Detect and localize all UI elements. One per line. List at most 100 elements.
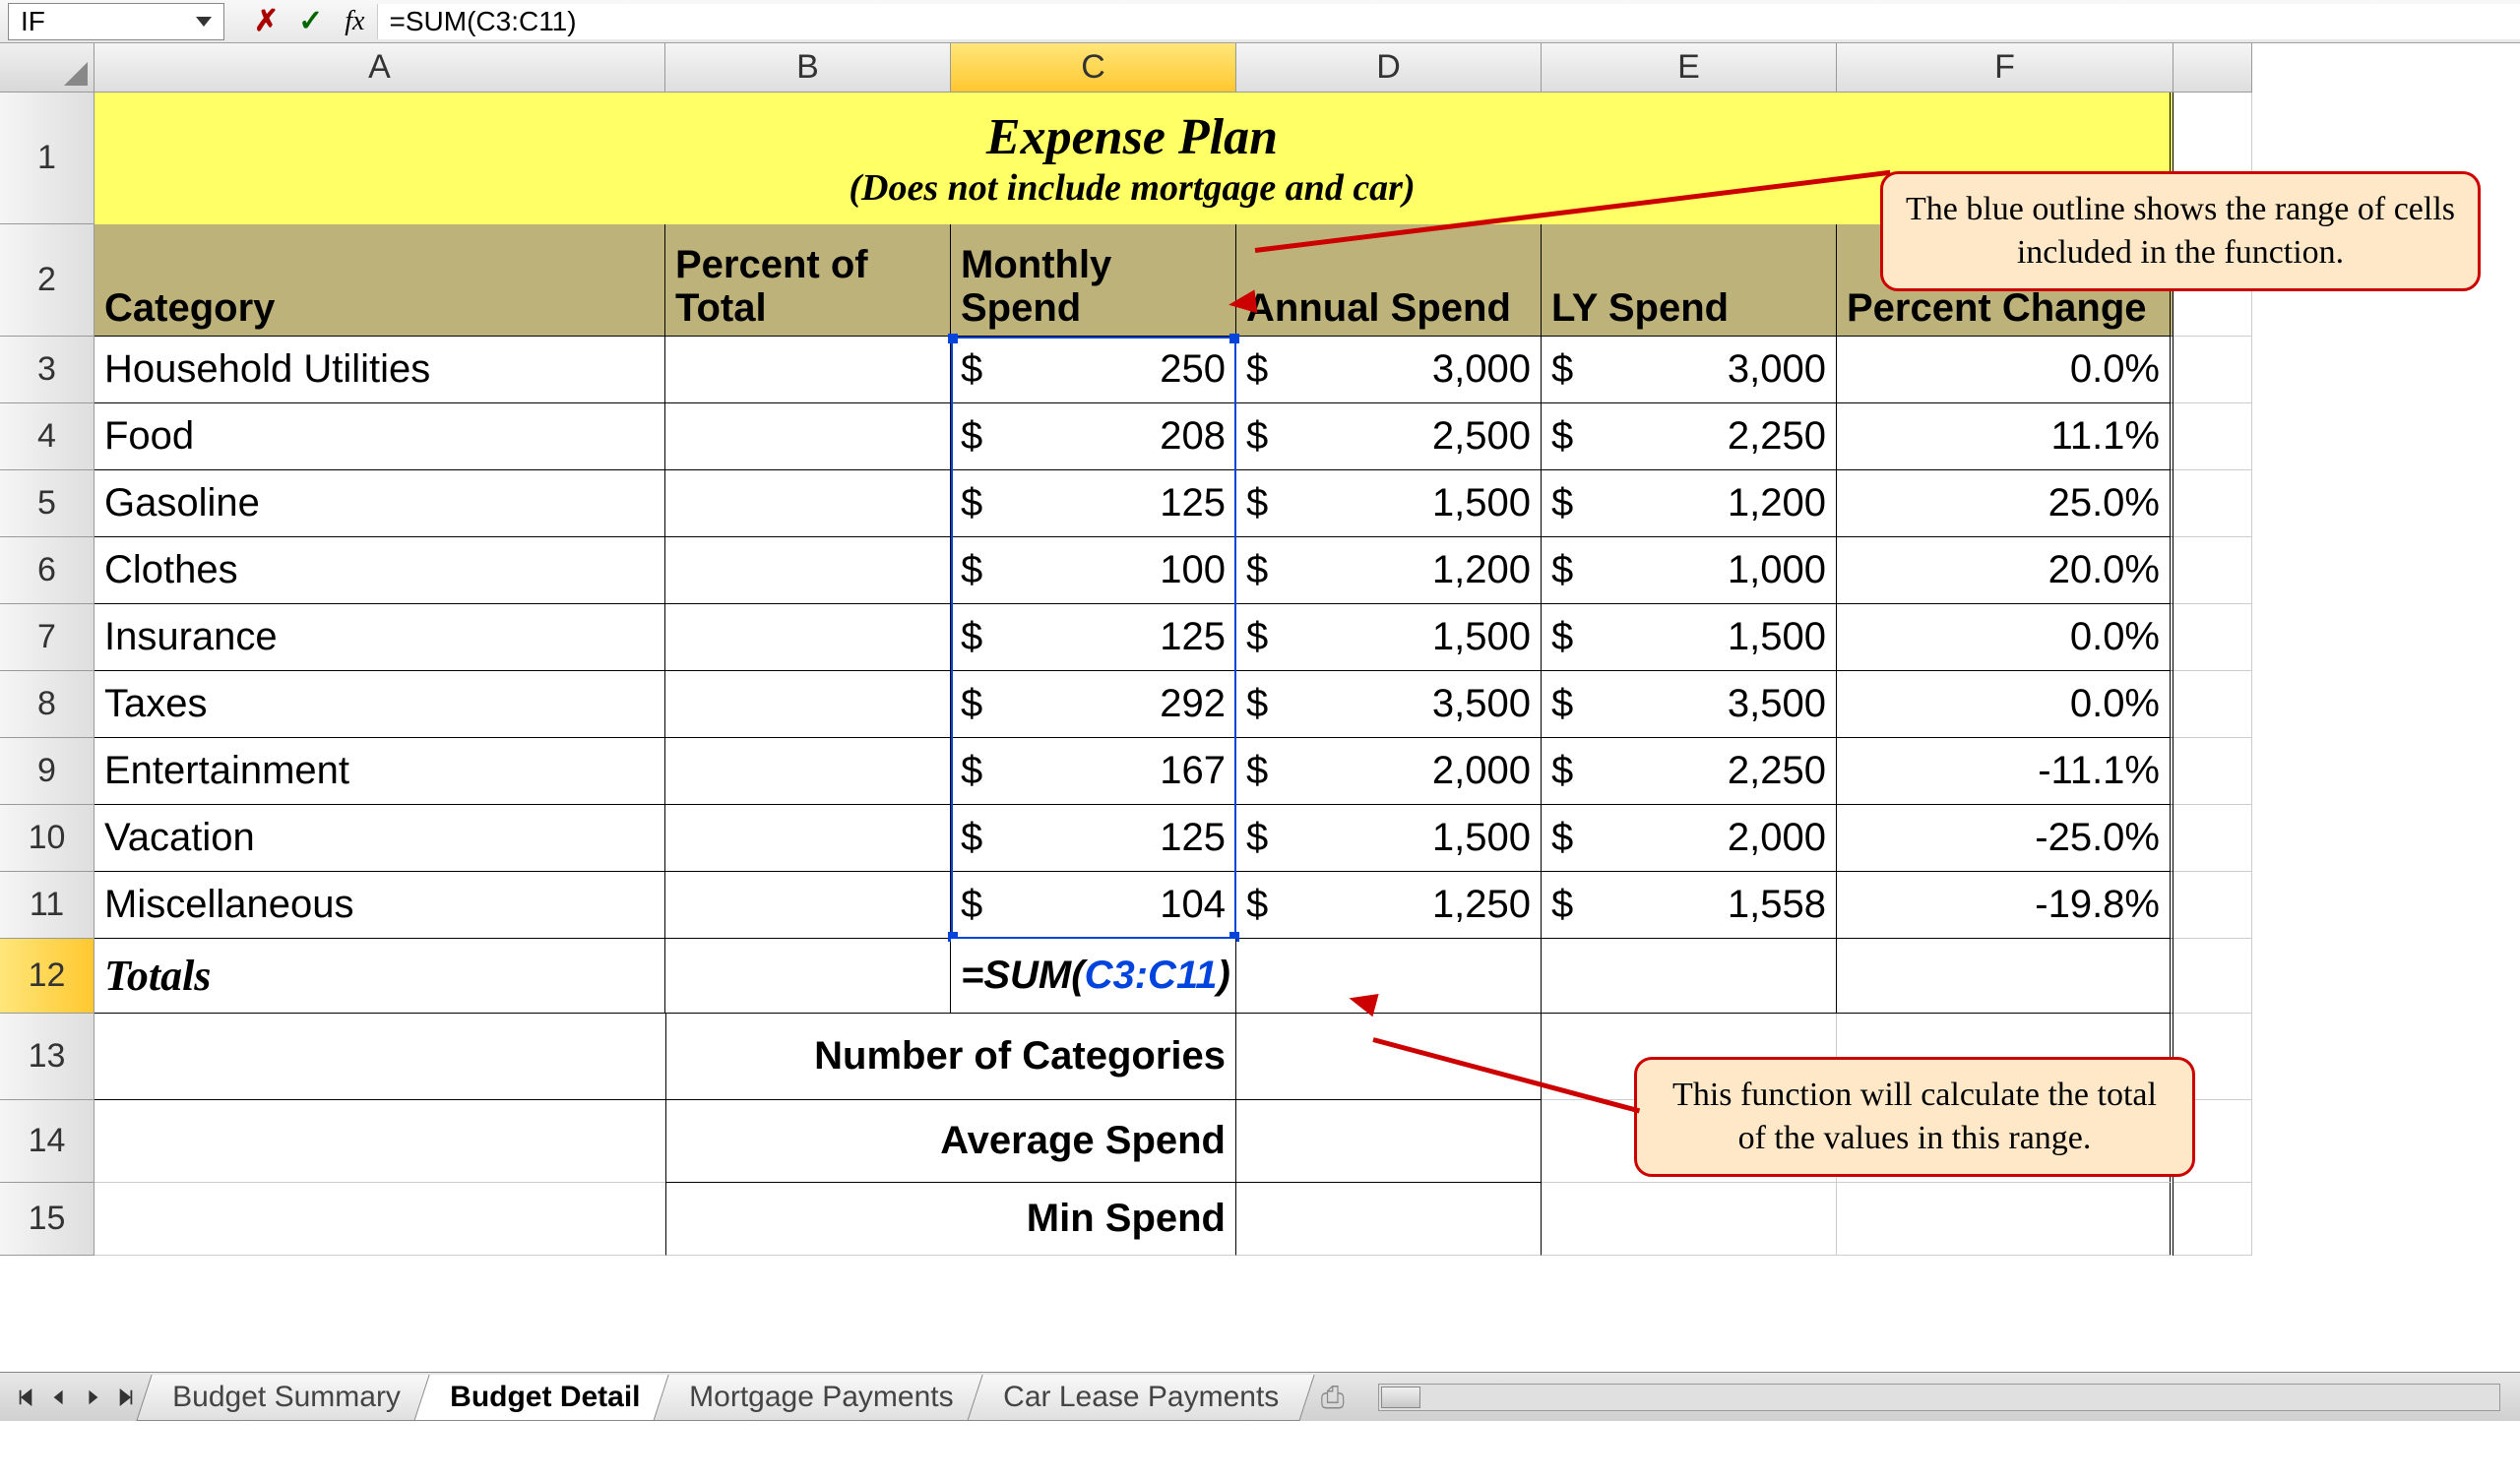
cell-e12[interactable]	[1542, 939, 1837, 1014]
header-annual[interactable]: Annual Spend	[1236, 224, 1542, 337]
cell-category[interactable]: Vacation	[94, 805, 665, 872]
row-header-1[interactable]: 1	[0, 92, 94, 224]
cell-pct-change[interactable]: 20.0%	[1837, 537, 2174, 604]
row-header-15[interactable]: 15	[0, 1183, 94, 1256]
cell-d13[interactable]	[1236, 1014, 1542, 1100]
col-header-a[interactable]: A	[94, 43, 665, 92]
cell-g15[interactable]	[2174, 1183, 2252, 1256]
row-header-4[interactable]: 4	[0, 403, 94, 470]
header-monthly[interactable]: Monthly Spend	[951, 224, 1236, 337]
cell-ly[interactable]: $2,250	[1542, 403, 1837, 470]
cell-e15[interactable]	[1542, 1183, 1837, 1256]
cell-g[interactable]	[2174, 470, 2252, 537]
cell-annual[interactable]: $2,000	[1236, 738, 1542, 805]
cell-g12[interactable]	[2174, 939, 2252, 1014]
cell-monthly[interactable]: $104	[951, 872, 1236, 939]
cell-b12[interactable]	[665, 939, 951, 1014]
tab-budget-detail[interactable]: Budget Detail	[413, 1375, 676, 1421]
cell-ly[interactable]: $2,000	[1542, 805, 1837, 872]
tab-last-button[interactable]	[112, 1384, 140, 1411]
row-header-12[interactable]: 12	[0, 939, 94, 1014]
cell-g[interactable]	[2174, 738, 2252, 805]
avg-label[interactable]: Average Spend	[665, 1100, 1236, 1183]
name-box[interactable]: IF	[8, 3, 224, 40]
cell-ly[interactable]: $1,500	[1542, 604, 1837, 671]
cell-annual[interactable]: $3,500	[1236, 671, 1542, 738]
title-cell[interactable]: Expense Plan (Does not include mortgage …	[94, 92, 2174, 224]
cell-ly[interactable]: $1,000	[1542, 537, 1837, 604]
fx-icon[interactable]: fx	[333, 6, 376, 37]
cell-annual[interactable]: $1,200	[1236, 537, 1542, 604]
cell-g[interactable]	[2174, 805, 2252, 872]
cell-annual[interactable]: $1,250	[1236, 872, 1542, 939]
cell-category[interactable]: Clothes	[94, 537, 665, 604]
cell-g[interactable]	[2174, 671, 2252, 738]
row-header-10[interactable]: 10	[0, 805, 94, 872]
tab-first-button[interactable]	[12, 1384, 39, 1411]
row-header-3[interactable]: 3	[0, 337, 94, 403]
cell-pct-total[interactable]	[665, 470, 951, 537]
cell-ly[interactable]: $3,000	[1542, 337, 1837, 403]
cell-category[interactable]: Insurance	[94, 604, 665, 671]
header-ly[interactable]: LY Spend	[1542, 224, 1837, 337]
tab-mortgage[interactable]: Mortgage Payments	[654, 1375, 990, 1421]
cell-pct-total[interactable]	[665, 872, 951, 939]
cell-annual[interactable]: $1,500	[1236, 805, 1542, 872]
row-header-6[interactable]: 6	[0, 537, 94, 604]
cell-pct-total[interactable]	[665, 671, 951, 738]
cell-g[interactable]	[2174, 403, 2252, 470]
tab-budget-summary[interactable]: Budget Summary	[136, 1375, 436, 1421]
cell-annual[interactable]: $3,000	[1236, 337, 1542, 403]
cell-c12[interactable]: =SUM(C3:C11)	[951, 939, 1236, 1014]
cell-ly[interactable]: $3,500	[1542, 671, 1837, 738]
col-header-g[interactable]	[2174, 43, 2252, 92]
row-header-5[interactable]: 5	[0, 470, 94, 537]
tab-car-lease[interactable]: Car Lease Payments	[967, 1375, 1314, 1421]
scrollbar-thumb[interactable]	[1381, 1387, 1420, 1408]
cell-category[interactable]: Household Utilities	[94, 337, 665, 403]
cell-pct-change[interactable]: 0.0%	[1837, 604, 2174, 671]
cell-category[interactable]: Miscellaneous	[94, 872, 665, 939]
cell-monthly[interactable]: $100	[951, 537, 1236, 604]
cell-category[interactable]: Food	[94, 403, 665, 470]
cell-d14[interactable]	[1236, 1100, 1542, 1183]
numcat-label[interactable]: Number of Categories	[665, 1014, 1236, 1100]
cell-monthly[interactable]: $250	[951, 337, 1236, 403]
row-header-14[interactable]: 14	[0, 1100, 94, 1183]
select-all-corner[interactable]	[0, 43, 94, 92]
col-header-f[interactable]: F	[1837, 43, 2174, 92]
col-header-e[interactable]: E	[1542, 43, 1837, 92]
cell-g[interactable]	[2174, 337, 2252, 403]
row-header-2[interactable]: 2	[0, 224, 94, 337]
cell-category[interactable]: Gasoline	[94, 470, 665, 537]
cell-ly[interactable]: $1,200	[1542, 470, 1837, 537]
cell-g[interactable]	[2174, 872, 2252, 939]
cell-pct-change[interactable]: 25.0%	[1837, 470, 2174, 537]
cell-pct-total[interactable]	[665, 805, 951, 872]
cell-f15[interactable]	[1837, 1183, 2174, 1256]
row-header-9[interactable]: 9	[0, 738, 94, 805]
col-header-c[interactable]: C	[951, 43, 1236, 92]
horizontal-scrollbar[interactable]	[1378, 1384, 2500, 1411]
cell-pct-total[interactable]	[665, 403, 951, 470]
cell-a14[interactable]	[94, 1100, 665, 1183]
cell-ly[interactable]: $1,558	[1542, 872, 1837, 939]
totals-label[interactable]: Totals	[94, 939, 665, 1014]
row-header-7[interactable]: 7	[0, 604, 94, 671]
cell-annual[interactable]: $2,500	[1236, 403, 1542, 470]
cell-pct-total[interactable]	[665, 604, 951, 671]
cell-pct-total[interactable]	[665, 738, 951, 805]
formula-input[interactable]: =SUM(C3:C11)	[377, 4, 2520, 39]
cell-f12[interactable]	[1837, 939, 2174, 1014]
min-label[interactable]: Min Spend	[665, 1183, 1236, 1256]
cell-d15[interactable]	[1236, 1183, 1542, 1256]
cell-pct-change[interactable]: 0.0%	[1837, 337, 2174, 403]
row-header-8[interactable]: 8	[0, 671, 94, 738]
cell-pct-change[interactable]: -11.1%	[1837, 738, 2174, 805]
enter-formula-button[interactable]: ✓	[288, 4, 333, 38]
cell-pct-change[interactable]: -25.0%	[1837, 805, 2174, 872]
cancel-formula-button[interactable]: ✗	[244, 4, 288, 38]
row-header-11[interactable]: 11	[0, 872, 94, 939]
cell-pct-total[interactable]	[665, 337, 951, 403]
cell-monthly[interactable]: $167	[951, 738, 1236, 805]
